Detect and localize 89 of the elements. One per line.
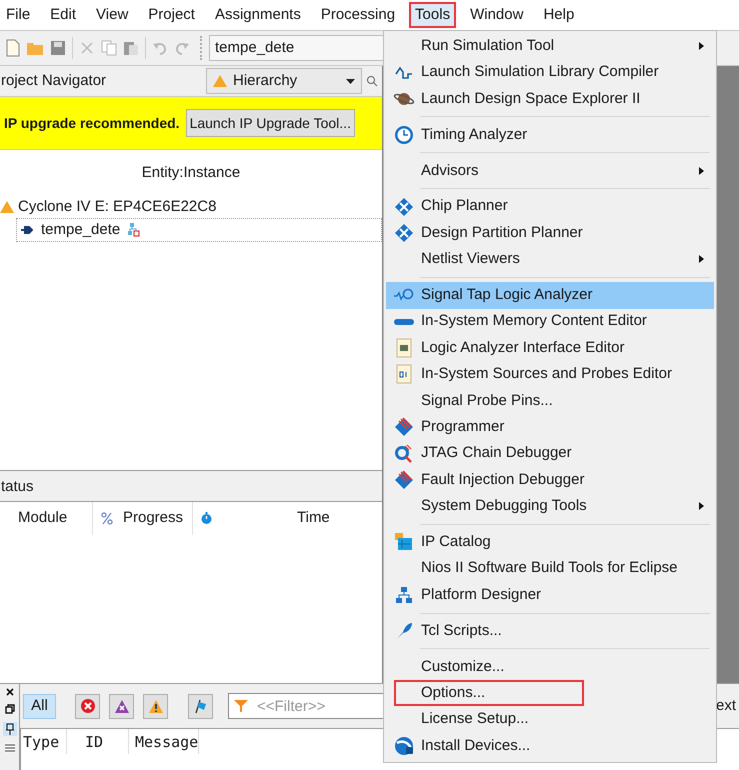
menu-bar-item[interactable]: Processing: [314, 2, 402, 28]
waveform-icon: [394, 66, 412, 80]
submenu-arrow-icon: [699, 502, 704, 510]
stopwatch-icon: [201, 512, 212, 525]
menu-item[interactable]: Signal Tap Logic Analyzer: [386, 282, 714, 309]
diamond-icon: [394, 223, 414, 244]
diamond-icon: [394, 417, 414, 438]
document-icon: [396, 364, 412, 384]
probe-icon: [392, 287, 414, 304]
save-icon[interactable]: [50, 40, 66, 56]
menu-bar-item[interactable]: View: [90, 2, 134, 28]
feather-icon: [394, 622, 412, 640]
close-icon[interactable]: [6, 688, 14, 696]
error-icon: [80, 698, 96, 714]
critical-warning-icon: [114, 698, 130, 714]
menu-item[interactable]: Launch Design Space Explorer II: [386, 86, 714, 112]
copy-icon[interactable]: [101, 40, 117, 56]
critical-filter-button[interactable]: [109, 694, 134, 718]
menu-bar-item[interactable]: Help: [537, 2, 580, 28]
column-header: ID: [67, 729, 129, 754]
menu-item[interactable]: System Debugging Tools: [386, 493, 714, 520]
column-header: Entity:Instance: [142, 162, 240, 183]
menu-item[interactable]: Platform Designer: [386, 582, 714, 608]
menu-item[interactable]: Logic Analyzer Interface Editor: [386, 334, 714, 362]
funnel-icon: [234, 700, 248, 712]
submenu-arrow-icon: [699, 255, 704, 264]
dropdown-arrow-icon: [346, 78, 355, 84]
menu-item[interactable]: Programmer: [386, 414, 714, 440]
menu-item[interactable]: Advisors: [386, 158, 714, 184]
menu-bar-item[interactable]: Edit: [44, 2, 82, 28]
column-header: Type: [21, 729, 67, 754]
menu-item[interactable]: JTAG Chain Debugger: [386, 440, 714, 467]
search-icon[interactable]: [366, 75, 378, 87]
menu-item[interactable]: IP Catalog: [386, 529, 714, 556]
menu-item[interactable]: Chip Planner: [386, 193, 714, 220]
menu-item[interactable]: Timing Analyzer: [386, 122, 714, 148]
filter-button[interactable]: All: [23, 694, 56, 718]
upgrade-button[interactable]: Launch IP Upgrade Tool...: [186, 109, 355, 137]
menu-item[interactable]: In-System Sources and Probes Editor: [386, 361, 714, 388]
error-filter-button[interactable]: [75, 694, 100, 718]
menu-item[interactable]: Netlist Viewers: [386, 246, 714, 273]
menu-item[interactable]: Launch Simulation Library Compiler: [386, 59, 714, 86]
menu-bar-item[interactable]: Project: [142, 2, 201, 28]
new-file-icon[interactable]: [6, 39, 20, 57]
menu-item[interactable]: Customize...: [386, 654, 714, 680]
flag-filter-button[interactable]: [188, 694, 213, 718]
diamond-icon: [394, 470, 414, 490]
column-header: Progress: [123, 508, 184, 528]
menu-item[interactable]: Fault Injection Debugger: [386, 466, 714, 494]
entity-icon: [21, 226, 33, 234]
view-dropdown[interactable]: Hierarchy: [206, 68, 362, 94]
warning-icon: [148, 698, 164, 714]
column-header: Time: [297, 508, 330, 528]
clock-icon: [394, 124, 414, 145]
menu-icon[interactable]: [4, 744, 14, 752]
menu-item[interactable]: Nios II Software Build Tools for Eclipse: [386, 556, 714, 582]
menu-bar-item[interactable]: File: [0, 2, 36, 28]
submenu-arrow-icon: [699, 42, 704, 50]
paste-icon[interactable]: [123, 40, 139, 56]
percent-icon: [101, 512, 113, 525]
tree-item[interactable]: tempe_dete: [16, 218, 382, 242]
menu-item[interactable]: Design Partition Planner: [386, 220, 714, 246]
document-icon: [396, 338, 412, 358]
diamond-icon: [394, 196, 414, 217]
memory-icon: [392, 318, 414, 326]
menu-bar-item[interactable]: Assignments: [208, 2, 307, 28]
triangle-icon: [213, 75, 227, 87]
menu-item[interactable]: Install Devices...: [386, 732, 714, 760]
flag-icon: [192, 698, 208, 714]
notice-message: IP upgrade recommended.: [4, 114, 180, 133]
menu-item[interactable]: In-System Memory Content Editor: [386, 308, 714, 335]
menu-item[interactable]: Tcl Scripts...: [386, 618, 714, 644]
magnifier-icon: [394, 444, 414, 464]
hierarchy-icon: [128, 223, 140, 237]
pane-title: roject Navigator: [1, 70, 106, 91]
hierarchy-icon: [394, 586, 412, 604]
triangle-icon: [0, 201, 14, 213]
submenu-arrow-icon: [699, 166, 704, 175]
menu-bar-item[interactable]: Window: [464, 2, 530, 28]
menu-bar-item[interactable]: Tools: [409, 2, 456, 28]
pane-title: tatus: [1, 477, 34, 498]
pin-icon[interactable]: [2, 722, 16, 736]
tree-item[interactable]: Cyclone IV E: EP4CE6E22C8: [0, 196, 382, 218]
blocks-icon: [394, 532, 414, 552]
menu-item[interactable]: Signal Probe Pins...: [386, 388, 714, 414]
restore-icon[interactable]: [4, 704, 14, 714]
column-header: Message: [129, 729, 200, 754]
globe-icon: [394, 736, 414, 756]
warning-filter-button[interactable]: [143, 694, 168, 718]
